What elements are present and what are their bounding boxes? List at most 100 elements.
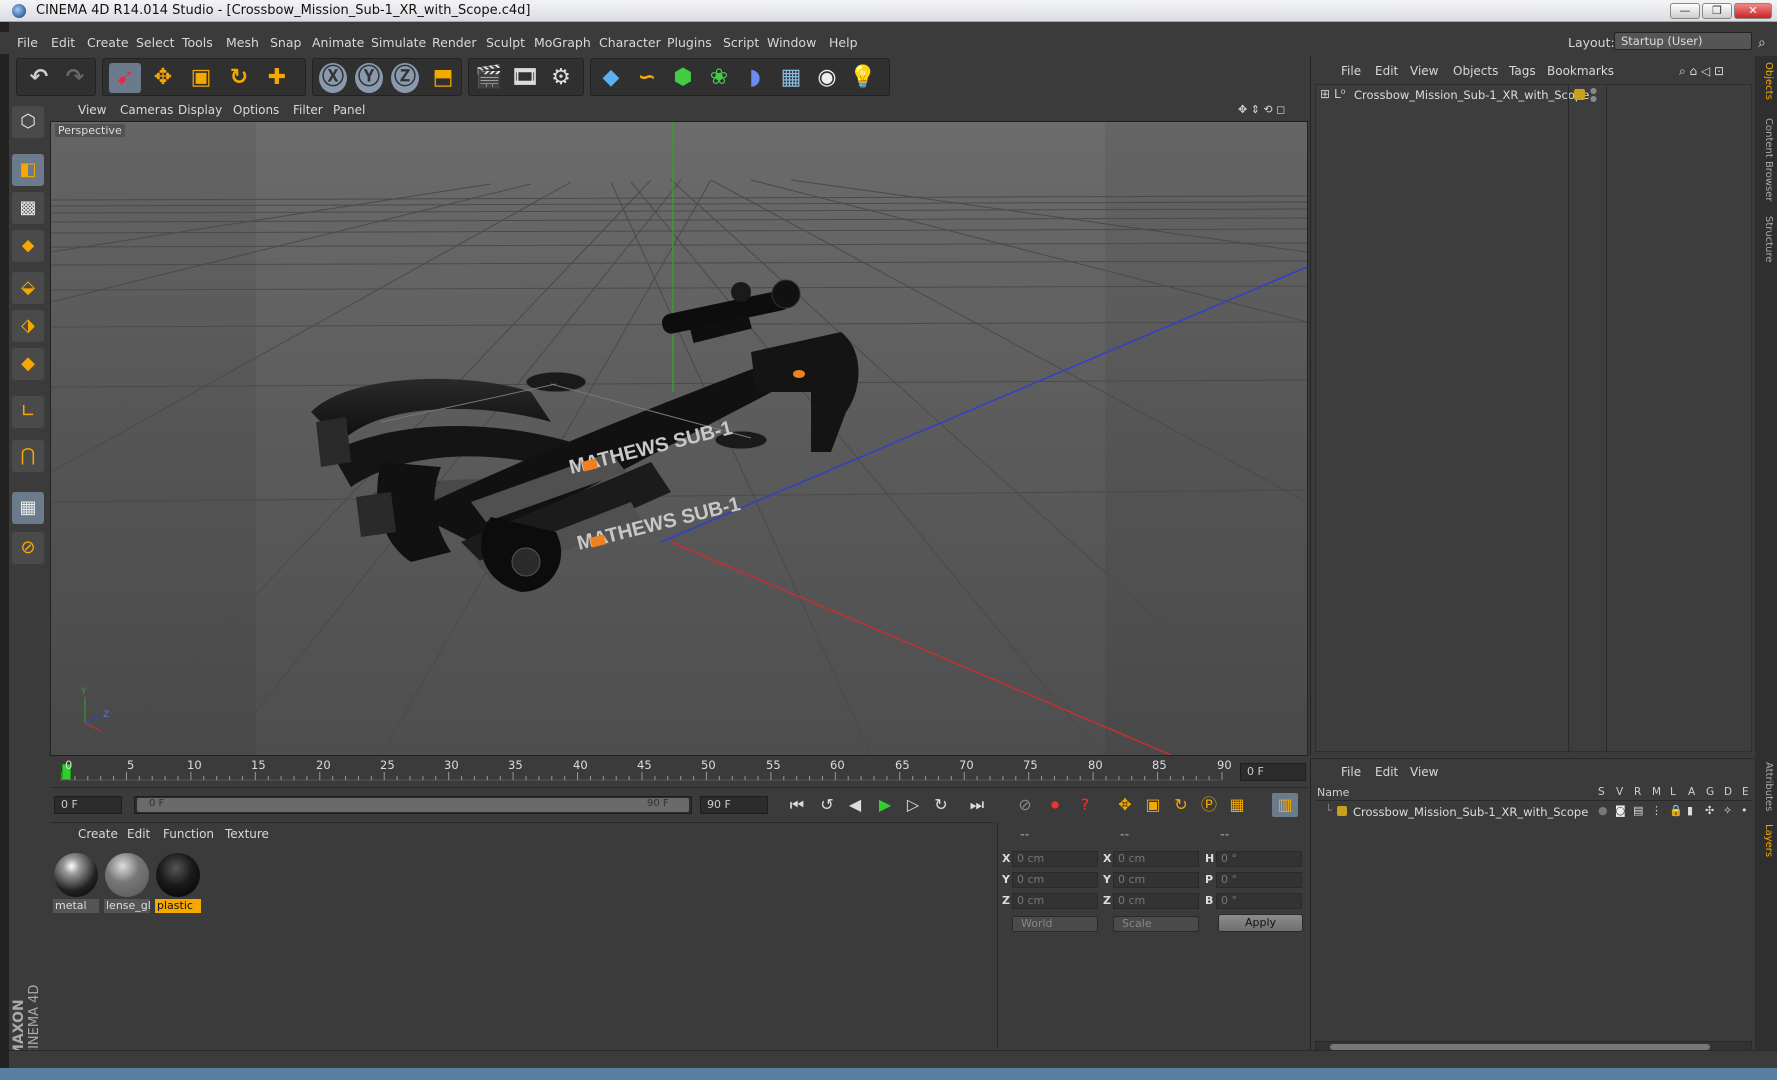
play-icon[interactable]: ▶: [872, 793, 898, 817]
camera-icon[interactable]: ◉: [811, 63, 843, 93]
frame-range-bar[interactable]: [137, 798, 689, 812]
object-row[interactable]: ⊞ L⁰ Crossbow_Mission_Sub-1_XR_with_Scop…: [1316, 85, 1751, 753]
start-frame-field[interactable]: 0 F: [54, 796, 122, 814]
workplane-lock-icon[interactable]: ▦: [12, 492, 44, 524]
menu-create[interactable]: Create: [87, 35, 129, 50]
om-menu-objects[interactable]: Objects: [1453, 64, 1498, 78]
visible-toggle-icon[interactable]: ◙: [1615, 804, 1626, 817]
position-y-field[interactable]: 0 cm: [1012, 872, 1098, 888]
minimize-button[interactable]: —: [1670, 3, 1700, 19]
layer-color-icon[interactable]: [1574, 89, 1585, 100]
om-menu-file[interactable]: File: [1341, 64, 1361, 78]
perspective-viewport[interactable]: MATHEWS SUB-1 MATHEWS SUB-1 Y Z Perspect…: [50, 121, 1308, 756]
mat-menu-function[interactable]: Function: [163, 827, 214, 841]
key-parameter-icon[interactable]: Ⓟ: [1196, 793, 1222, 817]
position-z-field[interactable]: 0 cm: [1012, 893, 1098, 909]
edges-mode-icon[interactable]: ⬗: [12, 310, 44, 342]
crossbow-model[interactable]: MATHEWS SUB-1 MATHEWS SUB-1: [311, 279, 859, 592]
visibility-dots-icon[interactable]: ● ●: [1590, 87, 1597, 103]
model-mode-icon[interactable]: ◧: [12, 154, 44, 186]
light-icon[interactable]: 💡: [847, 63, 879, 93]
close-button[interactable]: ✕: [1734, 3, 1772, 19]
object-name[interactable]: Crossbow_Mission_Sub-1_XR_with_Scope: [1354, 88, 1589, 102]
om-menu-tags[interactable]: Tags: [1509, 64, 1536, 78]
size-y-field[interactable]: 0 cm: [1113, 872, 1199, 888]
render-settings-icon[interactable]: ⚙: [545, 63, 577, 93]
magnet-icon[interactable]: ⋂: [12, 440, 44, 472]
menu-script[interactable]: Script: [723, 35, 759, 50]
menu-render[interactable]: Render: [432, 35, 477, 50]
om-menu-view[interactable]: View: [1410, 64, 1438, 78]
points-mode-icon[interactable]: ⬙: [12, 272, 44, 304]
workplane-mode-icon[interactable]: ⬥: [12, 230, 44, 262]
axis-mode-icon[interactable]: ∟: [12, 396, 44, 428]
rotation-p-field[interactable]: 0 °: [1216, 872, 1302, 888]
material-plastic[interactable]: plastic: [155, 851, 201, 913]
record-keys-icon[interactable]: ⊘: [1012, 793, 1038, 817]
maximize-button[interactable]: ❐: [1702, 3, 1732, 19]
cube-object-icon[interactable]: ◆: [595, 63, 627, 93]
key-pla-icon[interactable]: ▦: [1224, 793, 1250, 817]
render-toggle-icon[interactable]: ▤: [1633, 804, 1643, 817]
size-x-field[interactable]: 0 cm: [1113, 851, 1199, 867]
lm-menu-file[interactable]: File: [1341, 765, 1361, 779]
render-view-icon[interactable]: 🎬: [473, 63, 505, 93]
menu-help[interactable]: Help: [829, 35, 858, 50]
go-to-start-icon[interactable]: ⏮: [784, 793, 810, 817]
menu-window[interactable]: Window: [767, 35, 816, 50]
current-frame-field[interactable]: 0 F: [1240, 763, 1306, 781]
menu-mesh[interactable]: Mesh: [226, 35, 259, 50]
menu-plugins[interactable]: Plugins: [667, 35, 712, 50]
menu-file[interactable]: File: [17, 35, 38, 50]
make-editable-icon[interactable]: ⬡: [12, 106, 44, 138]
menu-select[interactable]: Select: [136, 35, 175, 50]
snap-icon[interactable]: ⊘: [12, 532, 44, 564]
expand-icon[interactable]: ⊞: [1320, 87, 1330, 101]
array-icon[interactable]: ❀: [703, 63, 735, 93]
go-to-end-icon[interactable]: ⏭: [964, 793, 990, 817]
layer-row[interactable]: └ Crossbow_Mission_Sub-1_XR_with_Scope ●…: [1315, 803, 1752, 821]
end-frame-field[interactable]: 90 F: [700, 796, 768, 814]
render-picture-viewer-icon[interactable]: 🎞: [509, 63, 541, 93]
key-rotation-icon[interactable]: ↻: [1168, 793, 1194, 817]
menu-animate[interactable]: Animate: [312, 35, 364, 50]
menu-edit[interactable]: Edit: [51, 35, 75, 50]
vp-menu-options[interactable]: Options: [233, 103, 279, 117]
key-help-icon[interactable]: ?: [1072, 793, 1098, 817]
expression-toggle-icon[interactable]: •: [1741, 804, 1748, 817]
key-position-icon[interactable]: ✥: [1112, 793, 1138, 817]
menu-tools[interactable]: Tools: [182, 35, 213, 50]
polygons-mode-icon[interactable]: ◆: [12, 348, 44, 380]
apply-button[interactable]: Apply: [1218, 914, 1303, 932]
texture-mode-icon[interactable]: ▩: [12, 192, 44, 224]
material-metal[interactable]: metal: [53, 851, 99, 913]
om-menu-bookmarks[interactable]: Bookmarks: [1547, 64, 1614, 78]
rotation-h-field[interactable]: 0 °: [1216, 851, 1302, 867]
deformer-toggle-icon[interactable]: ✧: [1723, 804, 1732, 817]
previous-key-icon[interactable]: ↺: [814, 793, 840, 817]
layer-name[interactable]: Crossbow_Mission_Sub-1_XR_with_Scope: [1353, 805, 1588, 819]
lm-menu-view[interactable]: View: [1410, 765, 1438, 779]
animation-toggle-icon[interactable]: ▮: [1687, 804, 1693, 817]
menu-snap[interactable]: Snap: [270, 35, 301, 50]
coordinate-space-select[interactable]: World: [1012, 916, 1098, 932]
y-axis-lock-icon[interactable]: Ⓨ: [355, 63, 383, 93]
manager-toggle-icon[interactable]: ⋮: [1651, 804, 1662, 817]
menu-mograph[interactable]: MoGraph: [534, 35, 591, 50]
live-selection-icon[interactable]: ➹: [109, 63, 141, 93]
scale-icon[interactable]: ▣: [185, 63, 217, 93]
lock-toggle-icon[interactable]: 🔒: [1669, 804, 1683, 817]
tab-objects[interactable]: Objects: [1758, 62, 1774, 100]
menu-simulate[interactable]: Simulate: [371, 35, 426, 50]
material-lense-gl[interactable]: lense_gl: [104, 851, 150, 913]
rotate-icon[interactable]: ↻: [223, 63, 255, 93]
layer-color-icon[interactable]: [1337, 806, 1347, 816]
x-axis-lock-icon[interactable]: Ⓧ: [319, 63, 347, 93]
move-icon[interactable]: ✥: [147, 63, 179, 93]
vp-menu-filter[interactable]: Filter: [293, 103, 323, 117]
tab-structure[interactable]: Structure: [1758, 216, 1774, 263]
undo-icon[interactable]: ↶: [23, 63, 55, 93]
timeline-window-icon[interactable]: ▥: [1272, 793, 1298, 817]
coordinate-system-icon[interactable]: ⬒: [427, 63, 459, 93]
om-menu-edit[interactable]: Edit: [1375, 64, 1398, 78]
